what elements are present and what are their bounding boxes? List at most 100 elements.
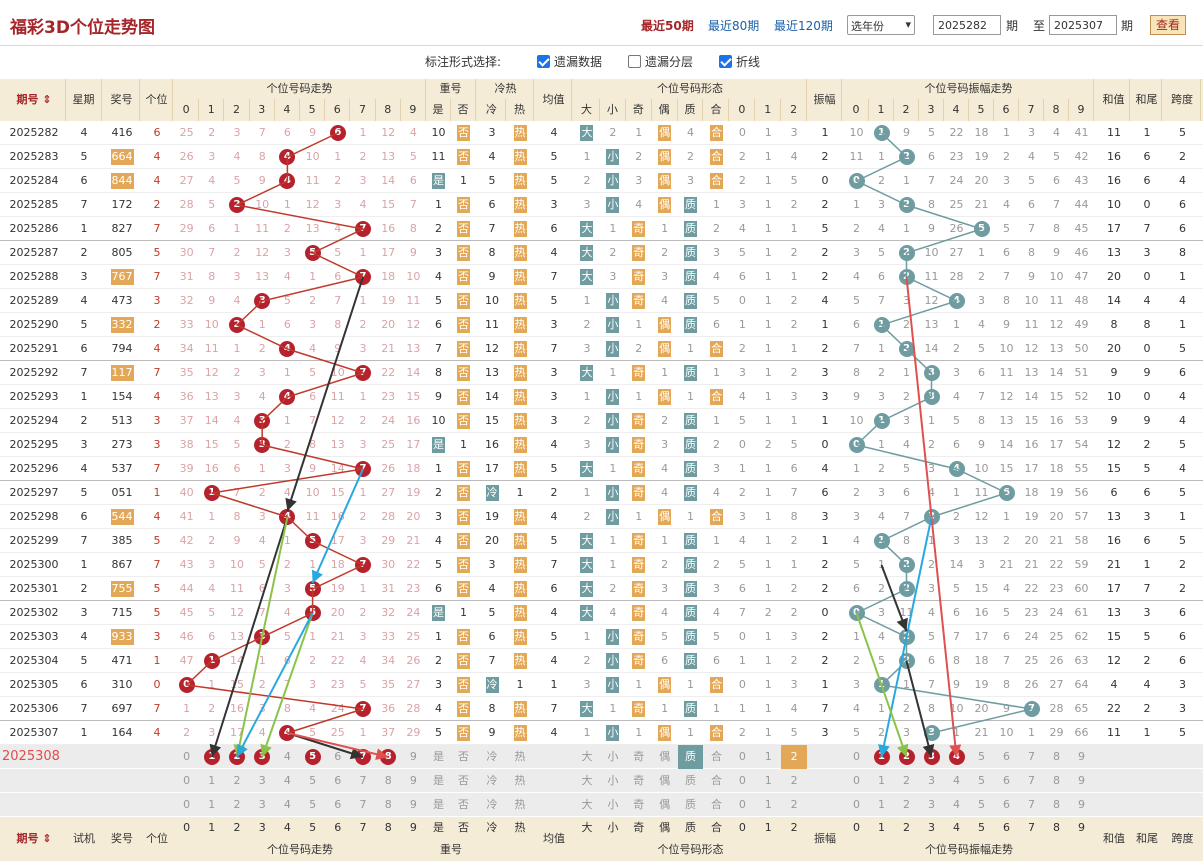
sum-cell: 14 bbox=[1107, 294, 1121, 307]
trend-miss-cell: 12 bbox=[330, 414, 345, 427]
amp-miss-cell: 7 bbox=[1028, 222, 1035, 235]
form-cell: 1 bbox=[738, 462, 746, 475]
trend-miss-cell: 17 bbox=[330, 534, 345, 547]
amp-miss-cell: 5 bbox=[928, 126, 935, 139]
form-tag: 大 bbox=[574, 553, 600, 577]
trend-miss-cell: 8 bbox=[283, 702, 291, 715]
recent-120-link[interactable]: 最近120期 bbox=[774, 17, 833, 34]
option-missing-layer[interactable]: 遗漏分层 bbox=[628, 53, 693, 70]
form-cell: 1 bbox=[790, 270, 798, 283]
repeat-no: 1 bbox=[460, 606, 467, 619]
query-button[interactable]: 查看 bbox=[1150, 15, 1186, 35]
amp-miss-cell: 2 bbox=[853, 486, 860, 499]
avg-cell: 4 bbox=[550, 438, 558, 451]
amp-miss-cell: 10 bbox=[999, 342, 1014, 355]
repeat-yes: 4 bbox=[435, 534, 442, 547]
trend-miss-cell: 2 bbox=[208, 534, 216, 547]
repeat-yes: 9 bbox=[435, 390, 442, 403]
unit-cell: 2 bbox=[153, 198, 161, 211]
footer-sum: 和值 bbox=[1103, 832, 1125, 845]
trend-miss-cell: 24 bbox=[330, 702, 345, 715]
amp-miss-cell: 5 bbox=[853, 726, 860, 739]
tail-cell: 8 bbox=[1143, 318, 1151, 331]
trend-miss-cell: 9 bbox=[409, 246, 417, 259]
repeat-no: 否 bbox=[451, 721, 476, 745]
week-cell: 2 bbox=[80, 246, 88, 259]
amp-miss-cell: 56 bbox=[1074, 486, 1089, 499]
tag-label: 奇 bbox=[632, 557, 646, 573]
trend-miss-cell: 1 bbox=[258, 318, 266, 331]
tag-label: 否 bbox=[457, 269, 470, 285]
tag-label: 热 bbox=[513, 653, 527, 669]
tail-cell: 4 bbox=[1143, 678, 1151, 691]
form-tag: 偶 bbox=[652, 337, 678, 361]
repeat-no: 否 bbox=[451, 697, 476, 721]
trend-ball: 5 bbox=[304, 533, 321, 549]
amp-miss-cell: 54 bbox=[1074, 438, 1089, 451]
amp-cell: 3 bbox=[821, 390, 829, 403]
form-cell: 1 bbox=[738, 702, 746, 715]
form-cell: 2 bbox=[583, 510, 591, 523]
sum-cell: 20 bbox=[1107, 270, 1121, 283]
unit-cell: 5 bbox=[153, 606, 161, 619]
pred-digit: 7 bbox=[359, 774, 367, 787]
amp-cell: 2 bbox=[821, 270, 829, 283]
amp-miss-cell: 16 bbox=[974, 606, 989, 619]
tag-label: 大 bbox=[580, 269, 594, 285]
trend-miss-cell: 5 bbox=[283, 630, 291, 643]
recent-50-link[interactable]: 最近50期 bbox=[641, 17, 694, 34]
form-cell: 5 bbox=[790, 726, 798, 739]
form-cell: 1 bbox=[635, 390, 643, 403]
trend-miss-cell: 5 bbox=[208, 606, 216, 619]
checkbox-icon[interactable] bbox=[628, 55, 641, 68]
trend-miss-cell: 39 bbox=[179, 462, 194, 475]
trend-miss-cell: 45 bbox=[179, 606, 194, 619]
form-cell: 1 bbox=[764, 126, 772, 139]
amp-miss-cell: 1 bbox=[853, 462, 860, 475]
trend-miss-cell: 27 bbox=[179, 174, 194, 187]
form-subhead: 大 bbox=[574, 99, 600, 121]
form-cell: 3 bbox=[790, 630, 798, 643]
form-subhead: 奇 bbox=[626, 99, 652, 121]
tail-cell: 2 bbox=[1143, 654, 1151, 667]
pred-form: 小 bbox=[607, 750, 619, 763]
amp-miss-cell: 20 bbox=[1024, 534, 1039, 547]
to-issue-input[interactable]: 2025307 bbox=[1049, 15, 1117, 35]
hot-cold: 6 bbox=[488, 630, 496, 643]
issue-cell: 2025299 bbox=[9, 534, 59, 547]
tag-label: 小 bbox=[606, 413, 620, 429]
checkbox-icon[interactable] bbox=[719, 55, 732, 68]
span-cell: 4 bbox=[1179, 414, 1186, 427]
form-tag: 小 bbox=[600, 649, 626, 673]
trend-miss-cell: 9 bbox=[309, 126, 317, 139]
amp-digit-head: 2 bbox=[894, 99, 919, 121]
tag-label: 小 bbox=[606, 197, 620, 213]
tag-label: 奇 bbox=[632, 245, 646, 261]
year-select[interactable]: 选年份 ▾ bbox=[847, 15, 915, 35]
trend-miss-cell: 18 bbox=[406, 462, 421, 475]
number-cell: 117 bbox=[104, 361, 140, 385]
number-cell: 332 bbox=[104, 313, 140, 337]
amp-miss-cell: 1 bbox=[978, 246, 985, 259]
amp-miss-cell: 7 bbox=[1003, 270, 1010, 283]
amp-miss-cell: 1 bbox=[878, 150, 885, 163]
tag-label: 热 bbox=[513, 509, 527, 525]
trend-miss-cell: 15 bbox=[229, 678, 244, 691]
checkbox-icon[interactable] bbox=[537, 55, 550, 68]
footer-unit: 个位 bbox=[146, 832, 168, 845]
form-cell: 1 bbox=[764, 174, 772, 187]
number-cell: 697 bbox=[111, 702, 133, 715]
amp-miss-cell: 17 bbox=[974, 630, 989, 643]
chevron-down-icon: ▾ bbox=[905, 18, 911, 31]
tag-label: 933 bbox=[110, 629, 134, 645]
unit-cell: 4 bbox=[153, 150, 161, 163]
amp-miss-cell: 5 bbox=[953, 582, 960, 595]
option-missing-data[interactable]: 遗漏数据 bbox=[537, 53, 602, 70]
form-cell: 4 bbox=[738, 534, 746, 547]
from-issue-input[interactable]: 2025282 bbox=[933, 15, 1001, 35]
trend-miss-cell: 5 bbox=[334, 246, 342, 259]
trend-miss-cell: 2 bbox=[208, 702, 216, 715]
option-polyline[interactable]: 折线 bbox=[719, 53, 760, 70]
recent-80-link[interactable]: 最近80期 bbox=[708, 17, 759, 34]
trend-miss-cell: 3 bbox=[258, 366, 266, 379]
